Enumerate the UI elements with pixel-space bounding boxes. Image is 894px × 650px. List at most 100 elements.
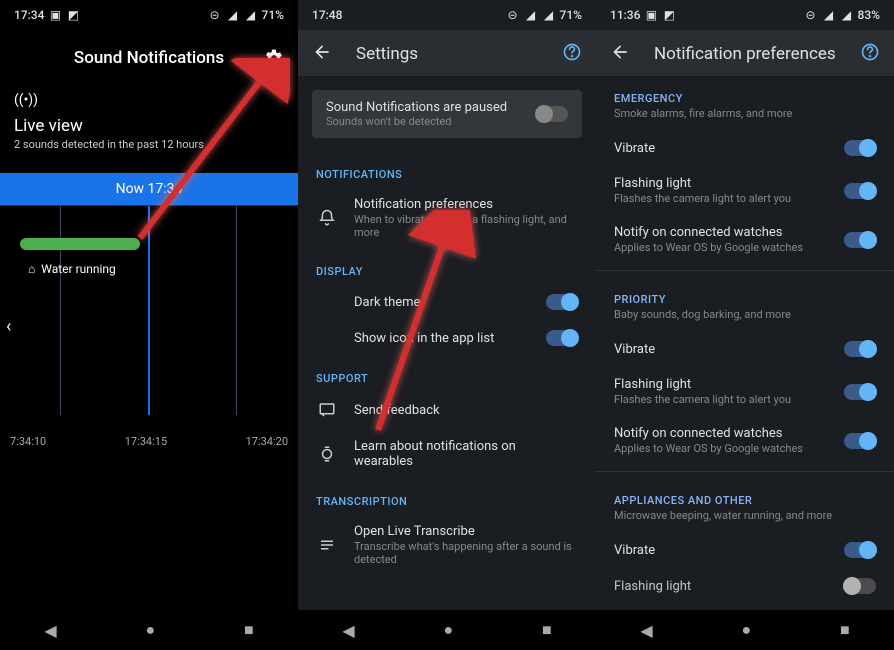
- back-arrow-icon[interactable]: [312, 42, 332, 66]
- live-view-sub: 2 sounds detected in the past 12 hours: [14, 138, 284, 151]
- nav-home-icon[interactable]: ●: [145, 620, 155, 640]
- nav-recent-icon[interactable]: ■: [840, 620, 850, 640]
- live-view-section: ((•)) Live view 2 sounds detected in the…: [0, 78, 298, 159]
- live-view-heading: Live view: [14, 116, 284, 136]
- paused-sub: Sounds won't be detected: [326, 115, 507, 128]
- signal-icon: ◢: [542, 8, 556, 22]
- item-primary: Flashing light: [614, 377, 820, 392]
- nav-recent-icon[interactable]: ■: [244, 620, 254, 640]
- item-primary: Vibrate: [614, 543, 820, 558]
- status-bar: 17:34 ▣ ◩ ⊝ ◢ ◢ 71%: [0, 0, 298, 30]
- toggle[interactable]: [844, 433, 876, 449]
- show-icon-item[interactable]: Show icon in the app list: [298, 320, 596, 356]
- show-icon-toggle[interactable]: [546, 330, 578, 346]
- nav-recent-icon[interactable]: ■: [542, 620, 552, 640]
- item-secondary: Applies to Wear OS by Google watches: [614, 241, 820, 254]
- wifi-icon: ◢: [226, 8, 240, 22]
- page-title: Settings: [356, 44, 538, 64]
- chevron-left-icon[interactable]: ‹: [6, 316, 11, 337]
- wifi-icon: ◢: [822, 8, 836, 22]
- feedback-icon: [316, 401, 338, 419]
- item-primary: Send feedback: [354, 403, 578, 418]
- system-nav-bar: ◀ ● ■: [298, 610, 596, 650]
- toggle[interactable]: [844, 542, 876, 558]
- axis-tick: 17:34:15: [125, 435, 167, 448]
- sound-event-bar[interactable]: [20, 238, 140, 250]
- home-icon: ⌂: [28, 262, 35, 276]
- axis-tick: 17:34:20: [246, 435, 288, 448]
- appliances-vibrate-row[interactable]: Vibrate: [596, 532, 894, 568]
- gear-icon[interactable]: [264, 48, 284, 72]
- appliances-flashing-row[interactable]: Flashing light: [596, 568, 894, 604]
- system-nav-bar: ◀ ● ■: [0, 610, 298, 650]
- item-secondary: When to vibrate, turn on a flashing ligh…: [354, 213, 578, 239]
- item-primary: Vibrate: [614, 342, 820, 357]
- page-title: Notification preferences: [654, 44, 836, 64]
- paused-title: Sound Notifications are paused: [326, 100, 507, 115]
- screen-sound-notifications: 17:34 ▣ ◩ ⊝ ◢ ◢ 71% Sound Notifications …: [0, 0, 298, 650]
- settings-header: Settings: [298, 30, 596, 76]
- item-primary: Notification preferences: [354, 197, 578, 212]
- item-primary: Flashing light: [614, 176, 820, 191]
- notification-preferences-item[interactable]: Notification preferences When to vibrate…: [298, 187, 596, 249]
- item-primary: Notify on connected watches: [614, 225, 820, 240]
- priority-flashing-row[interactable]: Flashing lightFlashes the camera light t…: [596, 367, 894, 416]
- status-time: 17:34: [14, 8, 44, 22]
- item-secondary: Transcribe what's happening after a soun…: [354, 540, 578, 566]
- section-support: SUPPORT: [298, 356, 596, 391]
- paused-banner: Sound Notifications are paused Sounds wo…: [312, 90, 582, 138]
- nav-back-icon[interactable]: ◀: [342, 621, 354, 640]
- event-label: ⌂ Water running: [28, 262, 116, 276]
- screen-notification-preferences: 11:36 ▣ ◩ ⊝ ◢ ◢ 83% Notification prefere…: [596, 0, 894, 650]
- status-time: 17:48: [312, 8, 342, 22]
- emergency-watches-row[interactable]: Notify on connected watchesApplies to We…: [596, 215, 894, 264]
- section-transcription: TRANSCRIPTION: [298, 479, 596, 514]
- dnd-icon: ⊝: [208, 8, 222, 22]
- emergency-vibrate-row[interactable]: Vibrate: [596, 130, 894, 166]
- status-bar: 11:36 ▣ ◩ ⊝ ◢ ◢ 83%: [596, 0, 894, 30]
- section-priority: PRIORITY: [596, 277, 894, 312]
- send-feedback-item[interactable]: Send feedback: [298, 391, 596, 429]
- toggle[interactable]: [844, 232, 876, 248]
- time-axis: 7:34:10 17:34:15 17:34:20: [0, 415, 298, 468]
- app-header: Sound Notifications: [0, 30, 298, 78]
- toggle[interactable]: [844, 140, 876, 156]
- dark-theme-item[interactable]: Dark theme: [298, 284, 596, 320]
- system-nav-bar: ◀ ● ■: [596, 610, 894, 650]
- priority-vibrate-row[interactable]: Vibrate: [596, 331, 894, 367]
- toggle[interactable]: [844, 578, 876, 594]
- cast-icon: ▣: [48, 8, 62, 22]
- nav-back-icon[interactable]: ◀: [44, 621, 56, 640]
- nav-home-icon[interactable]: ●: [741, 620, 751, 640]
- item-primary: Learn about notifications on wearables: [354, 439, 578, 469]
- toggle[interactable]: [844, 341, 876, 357]
- help-icon[interactable]: [562, 42, 582, 66]
- item-primary: Dark theme: [354, 295, 522, 310]
- wifi-icon: ◢: [524, 8, 538, 22]
- section-appliances-sub: Microwave beeping, water running, and mo…: [596, 509, 894, 532]
- dnd-icon: ⊝: [804, 8, 818, 22]
- item-primary: Vibrate: [614, 141, 820, 156]
- open-transcribe-item[interactable]: Open Live Transcribe Transcribe what's h…: [298, 514, 596, 576]
- nav-back-icon[interactable]: ◀: [640, 621, 652, 640]
- item-secondary: Applies to Wear OS by Google watches: [614, 442, 820, 455]
- back-arrow-icon[interactable]: [610, 42, 630, 66]
- nav-home-icon[interactable]: ●: [443, 620, 453, 640]
- watch-icon: [316, 445, 338, 463]
- timeline[interactable]: ⌂ Water running ‹: [0, 205, 298, 415]
- dnd-icon: ⊝: [506, 8, 520, 22]
- translate-icon: ◩: [662, 8, 676, 22]
- prefs-header: Notification preferences: [596, 30, 894, 76]
- status-bar: 17:48 ⊝ ◢ ◢ 71%: [298, 0, 596, 30]
- priority-watches-row[interactable]: Notify on connected watchesApplies to We…: [596, 416, 894, 465]
- now-bar[interactable]: Now 17:34: [0, 173, 298, 205]
- toggle[interactable]: [844, 183, 876, 199]
- paused-toggle[interactable]: [536, 106, 568, 122]
- emergency-flashing-row[interactable]: Flashing lightFlashes the camera light t…: [596, 166, 894, 215]
- learn-wearables-item[interactable]: Learn about notifications on wearables: [298, 429, 596, 479]
- help-icon[interactable]: [860, 42, 880, 66]
- section-notifications: NOTIFICATIONS: [298, 152, 596, 187]
- dark-theme-toggle[interactable]: [546, 294, 578, 310]
- toggle[interactable]: [844, 384, 876, 400]
- item-secondary: Flashes the camera light to alert you: [614, 192, 820, 205]
